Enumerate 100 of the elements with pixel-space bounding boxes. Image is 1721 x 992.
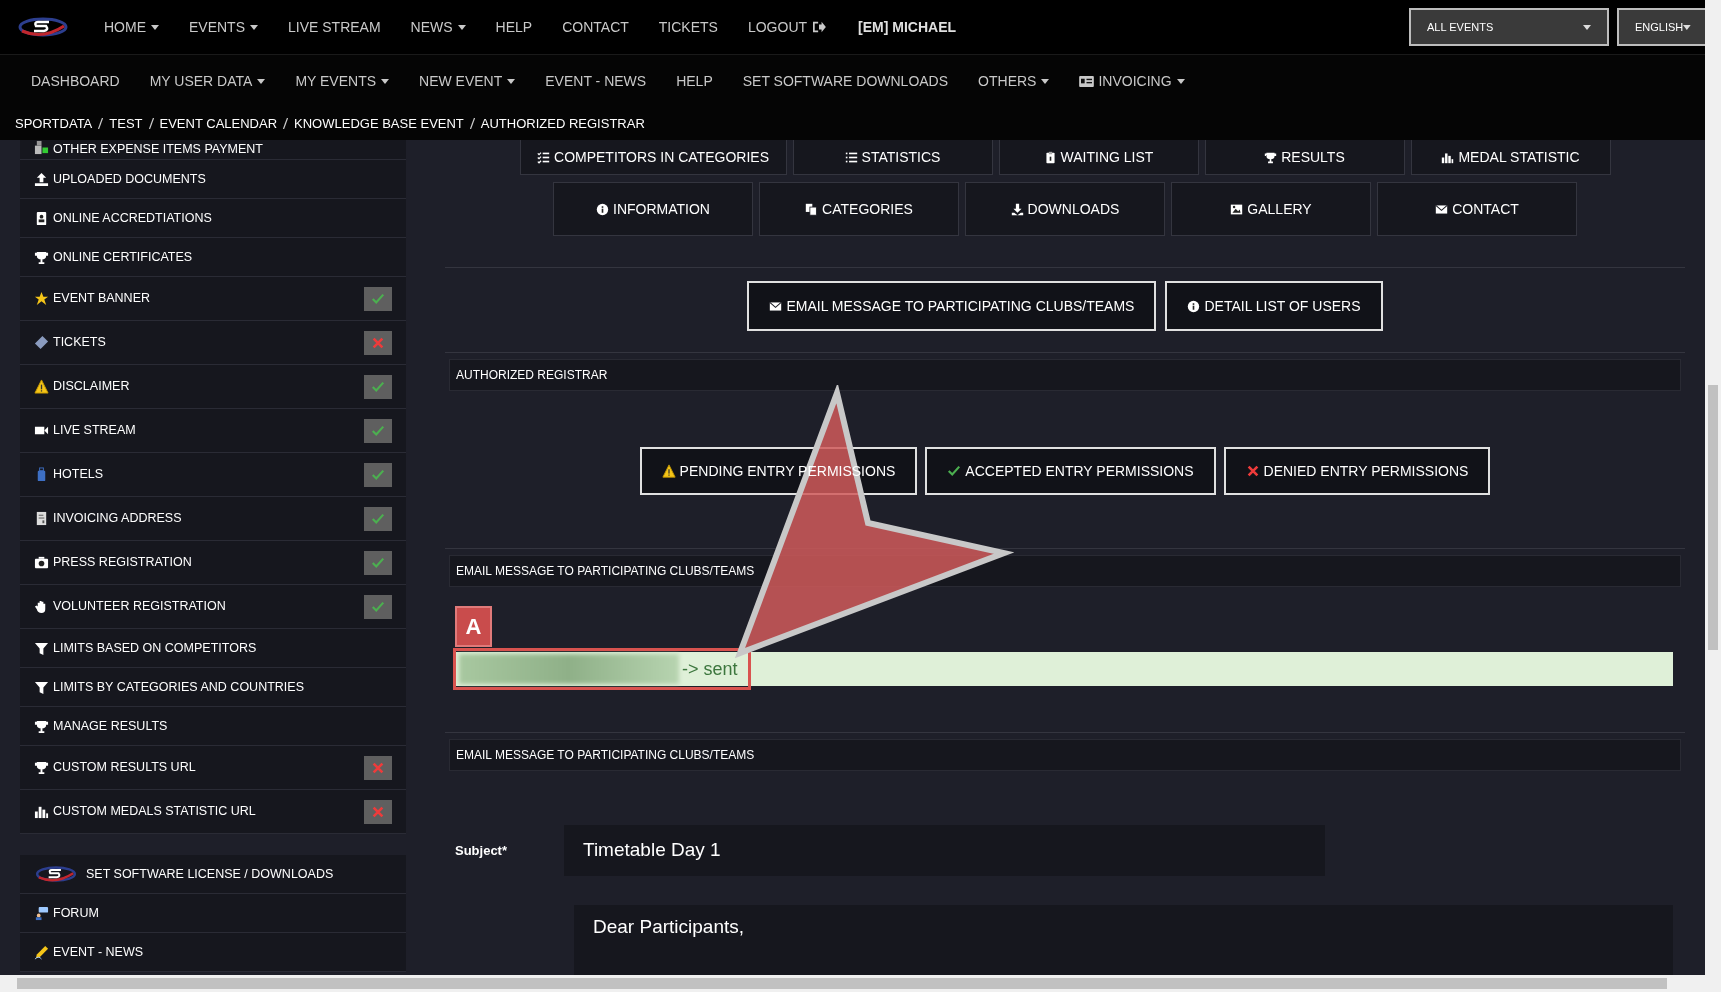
download-icon: [1010, 202, 1024, 216]
nav-link[interactable]: MY USER DATA: [149, 70, 266, 92]
separator-icon: [98, 118, 104, 129]
breadcrumb-link[interactable]: SPORTDATA: [15, 113, 93, 134]
sidebar-item[interactable]: MANAGE RESULTS: [20, 707, 406, 746]
id-card-icon: [1079, 75, 1095, 87]
check-icon: [371, 467, 385, 482]
sidebar-item[interactable]: LIMITS BY CATEGORIES AND COUNTRIES: [20, 668, 406, 707]
event-tab[interactable]: CATEGORIES: [759, 182, 959, 236]
chat-person-icon: [34, 905, 49, 921]
sidebar-item[interactable]: SET SOFTWARE LICENSE / DOWNLOADS: [20, 855, 406, 894]
logout-icon: [812, 21, 827, 33]
breadcrumb-link[interactable]: KNOWLEDGE BASE EVENT: [294, 113, 464, 134]
action-button[interactable]: EMAIL MESSAGE TO PARTICIPATING CLUBS/TEAMS: [747, 281, 1157, 331]
event-tab[interactable]: DOWNLOADS: [965, 182, 1165, 236]
sidebar-item[interactable]: HOTELS: [20, 453, 406, 497]
event-tab[interactable]: COMPETITORS IN CATEGORIES: [519, 140, 787, 175]
annotation-label: A: [455, 606, 492, 647]
permission-button[interactable]: ACCEPTED ENTRY PERMISSIONS: [925, 447, 1216, 495]
nav-link[interactable]: TICKETS: [658, 16, 718, 38]
breadcrumb-link[interactable]: EVENT CALENDAR: [159, 113, 278, 134]
sidebar-item[interactable]: EVENT BANNER: [20, 277, 406, 321]
panel-title: AUTHORIZED REGISTRAR: [456, 367, 608, 384]
event-tab[interactable]: MEDAL STATISTIC: [1410, 140, 1611, 175]
pencil-icon: [34, 944, 49, 960]
nav-link[interactable]: INVOICING: [1079, 70, 1185, 92]
action-button[interactable]: DETAIL LIST OF USERS: [1165, 281, 1383, 331]
nav-link[interactable]: HOME: [104, 16, 159, 38]
sidebar-item[interactable]: INVOICING ADDRESS: [20, 497, 406, 541]
nav-link[interactable]: OTHERS: [978, 70, 1050, 92]
event-tab[interactable]: GALLERY: [1171, 182, 1371, 236]
cross-icon: [371, 335, 385, 350]
message-field[interactable]: Dear Participants,: [574, 905, 1673, 975]
separator-icon: [148, 118, 154, 129]
nav-link[interactable]: EVENT - NEWS: [545, 70, 647, 92]
sidebar-item[interactable]: TICKETS: [20, 321, 406, 365]
nav-link[interactable]: MY EVENTS: [295, 70, 390, 92]
nav-link[interactable]: [EM] MICHAEL: [858, 16, 957, 38]
scrollbar-thumb[interactable]: [1708, 385, 1718, 650]
sidebar-item[interactable]: ONLINE ACCREDTIATIONS: [20, 199, 406, 238]
trophy-icon: [1264, 150, 1278, 164]
caret-icon: [1683, 24, 1691, 30]
sidebar-item[interactable]: DISCLAIMER: [20, 365, 406, 409]
nav-link[interactable]: CONTACT: [562, 16, 629, 38]
check-icon: [371, 423, 385, 438]
sidebar-item[interactable]: PRESS REGISTRATION: [20, 541, 406, 585]
nav-link[interactable]: EVENTS: [189, 16, 258, 38]
breadcrumb-link[interactable]: AUTHORIZED REGISTRAR: [480, 113, 645, 134]
sidebar-item[interactable]: FORUM: [20, 894, 406, 933]
field-label: Subject*: [454, 841, 508, 860]
trophy-icon: [34, 760, 49, 775]
list-icon: [844, 150, 858, 164]
nav-link[interactable]: LOGOUT: [747, 16, 827, 38]
invoice-icon: [34, 511, 49, 526]
event-tab[interactable]: CONTACT: [1377, 182, 1577, 236]
scrollbar-thumb[interactable]: [17, 978, 1667, 989]
separator-icon: [469, 118, 475, 129]
check-icon: [371, 379, 385, 394]
breadcrumb-link[interactable]: TEST: [109, 113, 143, 134]
sidebar-item[interactable]: VOLUNTEER REGISTRATION: [20, 585, 406, 629]
camera-icon: [34, 555, 49, 570]
nav-link[interactable]: DASHBOARD: [31, 70, 120, 92]
envelope-icon: [1435, 202, 1449, 216]
star-icon: [34, 291, 49, 306]
panel-title: EMAIL MESSAGE TO PARTICIPATING CLUBS/TEAMS: [456, 747, 755, 764]
sidebar-item[interactable]: LIMITS BASED ON COMPETITORS: [20, 629, 406, 668]
check-icon: [947, 464, 962, 478]
event-tab[interactable]: STATISTICS: [792, 140, 993, 175]
filter-icon: [34, 640, 49, 656]
alert-text: -> sent: [682, 657, 738, 681]
cross-icon: [371, 804, 385, 819]
sidebar-item[interactable]: CUSTOM RESULTS URL: [20, 746, 406, 790]
nav-link[interactable]: HELP: [676, 70, 713, 92]
event-tab[interactable]: RESULTS: [1204, 140, 1405, 175]
check-icon: [371, 599, 385, 614]
check-icon: [371, 555, 385, 570]
nav-link[interactable]: HELP: [495, 16, 533, 38]
sidebar-item[interactable]: LIVE STREAM: [20, 409, 406, 453]
event-tab[interactable]: INFORMATION: [553, 182, 753, 236]
nav-link[interactable]: NEW EVENT: [419, 70, 516, 92]
separator-icon: [283, 118, 289, 129]
trophy-icon: [34, 249, 49, 265]
subject-field[interactable]: Timetable Day 1: [564, 825, 1325, 876]
sidebar-item[interactable]: EVENT - NEWS: [20, 933, 406, 972]
id-badge-icon: [34, 210, 49, 226]
filter-icon: [34, 679, 49, 695]
sidebar-item[interactable]: CUSTOM MEDALS STATISTIC URL: [20, 790, 406, 834]
sidebar-item[interactable]: ONLINE CERTIFICATES: [20, 238, 406, 277]
sidebar-item[interactable]: UPLOADED DOCUMENTS: [20, 160, 406, 199]
cross-icon: [371, 760, 385, 775]
nav-link[interactable]: NEWS: [410, 16, 466, 38]
logo-icon: [34, 865, 78, 883]
warning-icon: [34, 379, 49, 394]
event-tab[interactable]: WAITING LIST: [998, 140, 1199, 175]
dropdown-select[interactable]: ALL EVENTS: [1409, 8, 1609, 46]
logo-icon[interactable]: [18, 16, 68, 38]
sidebar-item[interactable]: OTHER EXPENSE ITEMS PAYMENT: [20, 140, 406, 160]
nav-link[interactable]: LIVE STREAM: [288, 16, 381, 38]
nav-link[interactable]: SET SOFTWARE DOWNLOADS: [742, 70, 949, 92]
permission-button[interactable]: DENIED ENTRY PERMISSIONS: [1223, 447, 1491, 495]
